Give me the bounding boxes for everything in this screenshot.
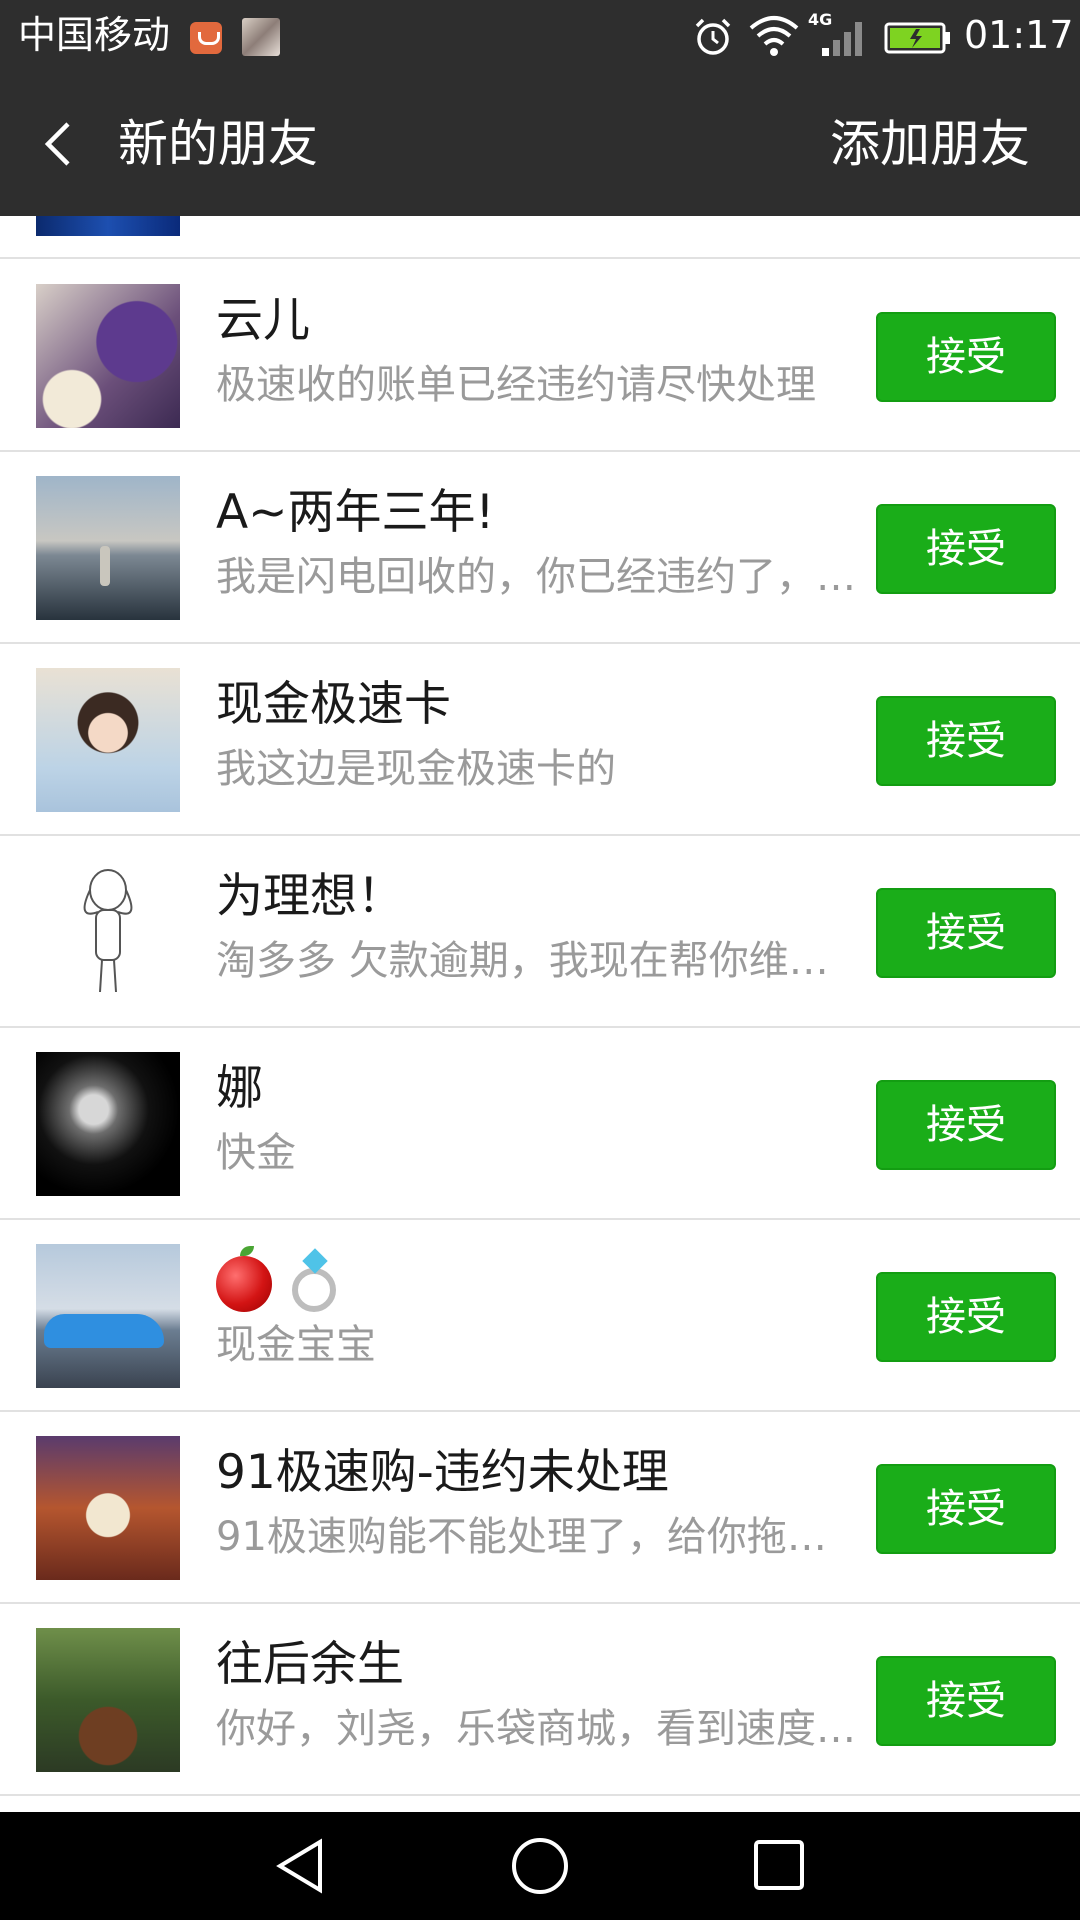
- title-bar: 新的朋友 添加朋友: [0, 72, 1080, 216]
- accept-button[interactable]: 接受: [876, 1080, 1056, 1170]
- list-item[interactable]: 91极速购-违约未处理 91极速购能不能处理了，给你拖… 接受: [0, 1412, 1080, 1604]
- nav-back-icon[interactable]: [272, 1836, 328, 1896]
- friend-name: 为理想！: [216, 869, 404, 924]
- accept-button[interactable]: 接受: [876, 1656, 1056, 1746]
- accept-button[interactable]: 接受: [876, 1464, 1056, 1554]
- friend-name: 云儿: [216, 293, 310, 348]
- list-item[interactable]: 为理想！ 淘多多 欠款逾期，我现在帮你维… 接受: [0, 836, 1080, 1028]
- request-message: 我是闪电回收的，你已经违约了，…: [216, 554, 856, 600]
- list-item[interactable]: 现金宝宝 接受: [0, 1220, 1080, 1412]
- friend-name: 91极速购-违约未处理: [216, 1445, 669, 1500]
- friend-name: A~两年三年!: [216, 485, 495, 540]
- wifi-icon: [749, 16, 799, 56]
- request-message: 极速收的账单已经违约请尽快处理: [216, 362, 816, 408]
- request-message: 快金: [216, 1130, 296, 1176]
- friend-name: 往后余生: [216, 1637, 404, 1692]
- ring-emoji: [292, 1267, 336, 1312]
- avatar: [36, 668, 180, 812]
- avatar: [36, 860, 180, 1004]
- avatar: [36, 284, 180, 428]
- list-item[interactable]: A~两年三年! 我是闪电回收的，你已经违约了，… 接受: [0, 452, 1080, 644]
- image-notification-icon: [242, 18, 280, 56]
- avatar: [36, 1436, 180, 1580]
- friend-name: 现金极速卡: [216, 677, 451, 732]
- avatar: [36, 1052, 180, 1196]
- friend-request-list[interactable]: 云儿 极速收的账单已经违约请尽快处理 接受 A~两年三年! 我是闪电回收的，你已…: [0, 216, 1080, 1812]
- avatar: [36, 216, 180, 236]
- list-item[interactable]: 云儿 极速收的账单已经违约请尽快处理 接受: [0, 260, 1080, 452]
- red-apple-emoji: [216, 1245, 272, 1312]
- battery-charging-icon: [884, 22, 950, 54]
- status-bar: 中国移动 4G 01:17: [0, 0, 1080, 72]
- friend-name: 娜: [216, 1061, 263, 1116]
- nav-home-icon[interactable]: [510, 1836, 570, 1896]
- list-item[interactable]: 娜 快金 接受: [0, 1028, 1080, 1220]
- clock: 01:17: [964, 13, 1074, 57]
- accept-button[interactable]: 接受: [876, 1272, 1056, 1362]
- request-message: 我这边是现金极速卡的: [216, 746, 616, 792]
- list-item[interactable]: 现金极速卡 我这边是现金极速卡的 接受: [0, 644, 1080, 836]
- request-message: 91极速购能不能处理了，给你拖…: [216, 1514, 827, 1560]
- back-arrow-icon[interactable]: [34, 116, 90, 172]
- signal-icon: [822, 22, 862, 56]
- list-item[interactable]: 往后余生 你好，刘尧，乐袋商城，看到速度… 接受: [0, 1604, 1080, 1796]
- system-nav-bar: [0, 1812, 1080, 1920]
- accept-button[interactable]: 接受: [876, 696, 1056, 786]
- page-title: 新的朋友: [118, 115, 318, 173]
- friend-name: [216, 1245, 856, 1314]
- request-message: 你好，刘尧，乐袋商城，看到速度…: [216, 1706, 856, 1752]
- accept-button[interactable]: 接受: [876, 504, 1056, 594]
- request-message: 现金宝宝: [216, 1322, 376, 1368]
- list-item-partial[interactable]: [0, 216, 1080, 259]
- avatar: [36, 476, 180, 620]
- request-message: 淘多多 欠款逾期，我现在帮你维…: [216, 938, 829, 984]
- alarm-icon: [695, 18, 731, 55]
- carrier-label: 中国移动: [18, 13, 171, 57]
- avatar: [36, 1244, 180, 1388]
- add-friend-button[interactable]: 添加朋友: [830, 112, 1030, 176]
- accept-button[interactable]: 接受: [876, 312, 1056, 402]
- stick-figure-icon: [83, 869, 133, 993]
- avatar: [36, 1628, 180, 1772]
- taobao-notification-icon: [190, 22, 222, 54]
- nav-recent-icon[interactable]: [752, 1838, 806, 1892]
- accept-button[interactable]: 接受: [876, 888, 1056, 978]
